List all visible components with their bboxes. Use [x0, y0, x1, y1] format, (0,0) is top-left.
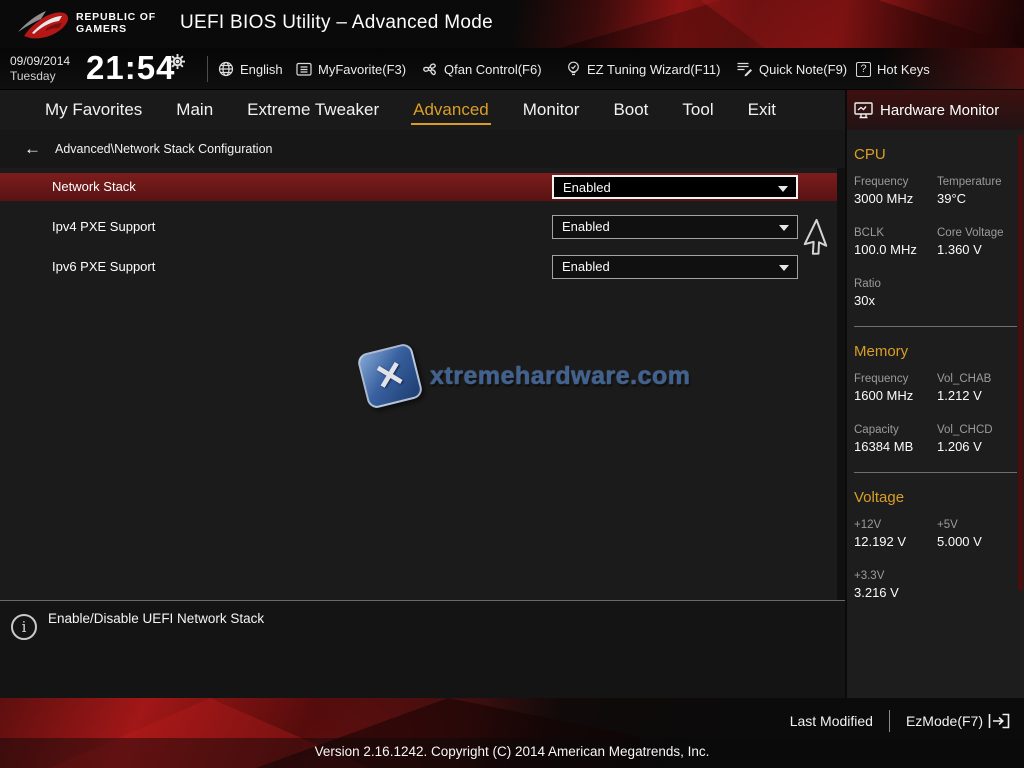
watermark-text: xtremehardware.com — [430, 362, 691, 391]
tab-my-favorites[interactable]: My Favorites — [28, 90, 159, 130]
help-text: Enable/Disable UEFI Network Stack — [48, 611, 264, 626]
chevron-down-icon — [779, 225, 789, 231]
section-divider — [854, 326, 1017, 327]
tab-boot[interactable]: Boot — [596, 90, 665, 130]
hardware-monitor-panel: Hardware Monitor CPU Frequency 3000 MHz … — [845, 90, 1024, 700]
sidebar-scrollbar[interactable] — [1018, 135, 1023, 590]
bottom-bar-divider — [889, 710, 890, 732]
setting-row-ipv4-pxe[interactable]: Ipv4 PXE Support Enabled — [0, 213, 837, 241]
memory-frequency: Frequency 1600 MHz — [854, 373, 937, 403]
voltage-12v: +12V 12.192 V — [854, 519, 937, 549]
title-bar: REPUBLIC OF GAMERS UEFI BIOS Utility – A… — [0, 0, 1024, 48]
cpu-temperature: Temperature 39°C — [937, 176, 1017, 206]
voltage-5v: +5V 5.000 V — [937, 519, 1017, 549]
version-text: Version 2.16.1242. Copyright (C) 2014 Am… — [0, 738, 1024, 768]
settings-panel: Network Stack Enabled Ipv4 PXE Support E… — [0, 168, 845, 600]
note-pen-icon — [736, 61, 753, 77]
voltage-section: +12V 12.192 V +5V 5.000 V +3.3V 3.216 V — [854, 519, 1017, 600]
tab-tool[interactable]: Tool — [665, 90, 730, 130]
ipv4-pxe-label: Ipv4 PXE Support — [52, 219, 155, 234]
tab-monitor[interactable]: Monitor — [506, 90, 597, 130]
brand-text: REPUBLIC OF GAMERS — [76, 11, 156, 35]
toolbar-divider — [207, 56, 208, 82]
memory-vol-chab: Vol_CHAB 1.212 V — [937, 373, 1017, 403]
section-divider — [854, 472, 1017, 473]
hot-keys-button[interactable]: ? Hot Keys — [856, 48, 930, 90]
monitor-icon — [854, 102, 873, 119]
ipv4-pxe-select[interactable]: Enabled — [552, 215, 798, 239]
date-text: 09/09/2014 — [10, 54, 70, 69]
network-stack-label: Network Stack — [52, 179, 136, 194]
tab-extreme-tweaker[interactable]: Extreme Tweaker — [230, 90, 396, 130]
watermark-x-logo: ✕ — [356, 342, 424, 410]
network-stack-value: Enabled — [563, 180, 611, 195]
memory-section-title: Memory — [854, 343, 1017, 360]
voltage-3v3: +3.3V 3.216 V — [854, 570, 937, 600]
memory-vol-chcd: Vol_CHCD 1.206 V — [937, 424, 1017, 454]
cpu-frequency: Frequency 3000 MHz — [854, 176, 937, 206]
exit-arrow-icon — [988, 713, 1010, 729]
language-label: English — [240, 62, 283, 77]
ipv6-pxe-label: Ipv6 PXE Support — [52, 259, 155, 274]
ez-tuning-label: EZ Tuning Wizard(F11) — [587, 62, 720, 77]
qfan-label: Qfan Control(F6) — [444, 62, 542, 77]
quick-note-label: Quick Note(F9) — [759, 62, 847, 77]
chevron-down-icon — [779, 265, 789, 271]
cpu-section: Frequency 3000 MHz Temperature 39°C BCLK… — [854, 176, 1017, 308]
last-modified-button[interactable]: Last Modified — [790, 713, 873, 729]
voltage-section-title: Voltage — [854, 489, 1017, 506]
top-toolbar: 09/09/2014 Tuesday 21:54 English MyFavor… — [0, 48, 1024, 90]
language-button[interactable]: English — [218, 48, 283, 90]
info-icon: i — [11, 614, 37, 640]
ipv6-pxe-select[interactable]: Enabled — [552, 255, 798, 279]
page-title: UEFI BIOS Utility – Advanced Mode — [180, 12, 493, 34]
globe-icon — [218, 61, 234, 77]
chevron-down-icon — [778, 186, 788, 192]
cpu-core-voltage: Core Voltage 1.360 V — [937, 227, 1017, 257]
day-text: Tuesday — [10, 69, 70, 84]
setting-row-ipv6-pxe[interactable]: Ipv6 PXE Support Enabled — [0, 253, 837, 281]
ezmode-label: EzMode(F7) — [906, 713, 983, 729]
breadcrumb: Advanced\Network Stack Configuration — [55, 142, 272, 156]
fan-icon — [422, 61, 438, 77]
breadcrumb-bar: ← Advanced\Network Stack Configuration — [0, 130, 845, 168]
rog-logo-icon — [16, 5, 70, 43]
tab-exit[interactable]: Exit — [731, 90, 793, 130]
quick-note-button[interactable]: Quick Note(F9) — [736, 48, 847, 90]
tab-advanced[interactable]: Advanced — [396, 90, 506, 130]
network-stack-select[interactable]: Enabled — [552, 175, 798, 199]
myfavorite-button[interactable]: MyFavorite(F3) — [296, 48, 406, 90]
main-menu-bar: My Favorites Main Extreme Tweaker Advanc… — [0, 90, 845, 130]
favorites-list-icon — [296, 62, 312, 77]
gear-icon[interactable] — [170, 54, 185, 69]
setting-row-network-stack[interactable]: Network Stack Enabled — [0, 173, 837, 201]
bottom-action-bar: Last Modified EzMode(F7) — [0, 702, 1024, 740]
hardware-monitor-title: Hardware Monitor — [880, 102, 999, 119]
myfavorite-label: MyFavorite(F3) — [318, 62, 406, 77]
qfan-control-button[interactable]: Qfan Control(F6) — [422, 48, 542, 90]
help-panel: i Enable/Disable UEFI Network Stack — [0, 600, 845, 700]
ipv4-pxe-value: Enabled — [562, 219, 610, 234]
ezmode-button[interactable]: EzMode(F7) — [906, 713, 1010, 729]
lightbulb-icon — [566, 61, 581, 77]
question-box-icon: ? — [856, 62, 871, 77]
hardware-monitor-header: Hardware Monitor — [847, 90, 1024, 130]
cpu-ratio: Ratio 30x — [854, 278, 937, 308]
clock-display: 21:54 — [86, 49, 175, 87]
ez-tuning-wizard-button[interactable]: EZ Tuning Wizard(F11) — [566, 48, 720, 90]
datetime-display: 09/09/2014 Tuesday — [10, 54, 70, 84]
tab-main[interactable]: Main — [159, 90, 230, 130]
cpu-bclk: BCLK 100.0 MHz — [854, 227, 937, 257]
ipv6-pxe-value: Enabled — [562, 259, 610, 274]
xtremehardware-watermark: ✕ xtremehardware.com — [362, 348, 691, 404]
back-arrow-icon[interactable]: ← — [24, 139, 41, 159]
memory-section: Frequency 1600 MHz Vol_CHAB 1.212 V Capa… — [854, 373, 1017, 454]
cpu-section-title: CPU — [854, 146, 1017, 163]
memory-capacity: Capacity 16384 MB — [854, 424, 937, 454]
hot-keys-label: Hot Keys — [877, 62, 930, 77]
